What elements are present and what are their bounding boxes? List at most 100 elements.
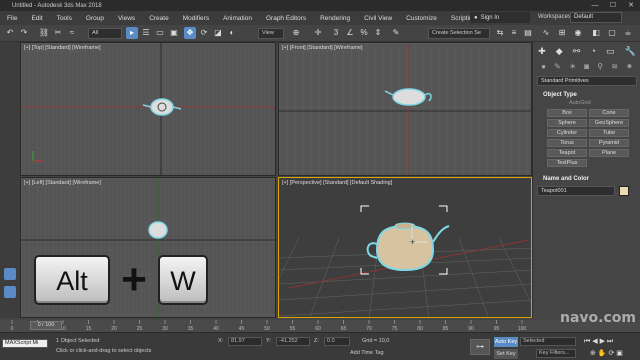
create-tab-icon[interactable]: ✚ — [538, 46, 546, 60]
textplus-button[interactable]: TextPlus — [547, 159, 587, 167]
unlink-icon[interactable]: ✂ — [52, 27, 64, 39]
layout-thumbnail-icon[interactable] — [4, 286, 16, 298]
primitive-category-select[interactable]: Standard Primitives — [537, 76, 637, 86]
menu-rendering[interactable]: Rendering — [313, 15, 357, 22]
mirror-icon[interactable]: ⇆ — [494, 27, 506, 39]
lights-icon[interactable]: ☀ — [569, 62, 576, 74]
undo-icon[interactable]: ↶ — [4, 27, 16, 39]
y-coordinate-field[interactable]: -41.252 — [276, 337, 310, 346]
pyramid-button[interactable]: Pyramid — [589, 139, 629, 147]
pivot-center-icon[interactable]: ⊕ — [290, 27, 302, 39]
schematic-view-icon[interactable]: ⊞ — [556, 27, 568, 39]
key-mode-select[interactable]: Selected — [520, 337, 576, 346]
cylinder-button[interactable]: Cylinder — [547, 129, 587, 137]
bind-space-warp-icon[interactable]: ≈ — [66, 27, 78, 39]
select-and-scale-icon[interactable]: ◪ — [212, 27, 224, 39]
manipulate-icon[interactable]: ✛ — [312, 27, 324, 39]
selection-filter-select[interactable]: All — [88, 28, 122, 39]
angle-snap-icon[interactable]: ∠ — [344, 27, 356, 39]
helpers-icon[interactable]: ⚲ — [597, 62, 603, 74]
link-icon[interactable]: ⛓ — [38, 27, 50, 39]
viewport-label-left[interactable]: [+] [Left] [Standard] [Wireframe] — [24, 180, 101, 186]
set-key-button[interactable]: Set Key — [494, 349, 518, 359]
percent-snap-icon[interactable]: % — [358, 27, 370, 39]
cone-button[interactable]: Cone — [589, 109, 629, 117]
viewport-front[interactable]: [+] [Front] [Standard] [Wireframe] — [278, 42, 532, 176]
window-crossing-icon[interactable]: ▣ — [168, 27, 180, 39]
maxscript-listener[interactable]: MAXScript Mi — [2, 339, 48, 348]
viewport-top[interactable]: [+] [Top] [Standard] [Wireframe] — [20, 42, 276, 176]
menu-create[interactable]: Create — [142, 15, 176, 22]
viewport-perspective[interactable]: [+] [Perspective] [Standard] [Default Sh… — [278, 177, 532, 318]
minimize-button[interactable]: — — [586, 0, 604, 11]
box-button[interactable]: Box — [547, 109, 587, 117]
hierarchy-tab-icon[interactable]: ⚯ — [573, 46, 581, 60]
tube-button[interactable]: Tube — [589, 129, 629, 137]
named-selection-sets-select[interactable]: Create Selection Se — [428, 28, 490, 39]
motion-tab-icon[interactable]: ◔ — [590, 46, 595, 60]
systems-icon[interactable]: ✷ — [626, 62, 633, 74]
teapot-perspective-shaded[interactable] — [366, 222, 450, 272]
select-and-rotate-icon[interactable]: ⟳ — [198, 27, 210, 39]
x-coordinate-field[interactable]: 81.97 — [228, 337, 262, 346]
time-slider[interactable]: 0 / 100 — [30, 321, 62, 330]
rectangular-selection-icon[interactable]: ▭ — [154, 27, 166, 39]
object-color-swatch[interactable] — [619, 186, 629, 196]
select-and-place-icon[interactable]: ◐ — [226, 27, 238, 39]
object-name-field[interactable]: Teapot001 — [537, 186, 615, 196]
viewport-label-front[interactable]: [+] [Front] [Standard] [Wireframe] — [282, 45, 363, 51]
modify-tab-icon[interactable]: ◆ — [556, 46, 563, 60]
space-warps-icon[interactable]: ≋ — [611, 62, 618, 74]
edit-named-selection-icon[interactable]: ✎ — [390, 27, 402, 39]
torus-button[interactable]: Torus — [547, 139, 587, 147]
menu-edit[interactable]: Edit — [24, 15, 49, 22]
sign-in-button[interactable]: ● Sign In — [470, 12, 530, 23]
menu-tools[interactable]: Tools — [50, 15, 79, 22]
z-coordinate-field[interactable]: 0.0 — [324, 337, 350, 346]
autogrid-checkbox[interactable]: AutoGrid — [569, 100, 591, 106]
menu-civil-view[interactable]: Civil View — [357, 15, 399, 22]
workspace-select[interactable]: Default — [570, 12, 622, 23]
menu-views[interactable]: Views — [111, 15, 142, 22]
geosphere-button[interactable]: GeoSphere — [589, 119, 629, 127]
material-editor-icon[interactable]: ◉ — [572, 27, 584, 39]
layer-explorer-icon[interactable]: ▤ — [522, 27, 534, 39]
rendered-frame-window-icon[interactable]: ▢ — [606, 27, 618, 39]
viewport-label-top[interactable]: [+] [Top] [Standard] [Wireframe] — [24, 45, 101, 51]
render-production-icon[interactable]: ☕ — [622, 27, 634, 39]
render-setup-icon[interactable]: ◧ — [590, 27, 602, 39]
shapes-icon[interactable]: ✎ — [554, 62, 561, 74]
select-and-move-icon[interactable]: ✥ — [184, 27, 196, 39]
track-bar[interactable]: 0510152025303540455055606570758085909510… — [0, 320, 640, 332]
menu-animation[interactable]: Animation — [216, 15, 259, 22]
utilities-tab-icon[interactable]: 🔧 — [625, 46, 636, 60]
object-type-rollout[interactable]: Object Type — [537, 90, 637, 100]
viewport-layout-icon[interactable] — [4, 268, 16, 280]
teapot-left-wireframe[interactable] — [148, 221, 168, 239]
cameras-icon[interactable]: ◙ — [584, 62, 589, 74]
align-icon[interactable]: ≡ — [508, 27, 520, 39]
set-key-icon[interactable]: ⊶ — [470, 339, 490, 355]
playback-controls-icon[interactable]: ⏮ ◀ ▶ ⏭ — [584, 337, 613, 346]
name-and-color-rollout[interactable]: Name and Color — [537, 174, 637, 184]
display-tab-icon[interactable]: ▭ — [606, 46, 615, 60]
sphere-button[interactable]: Sphere — [547, 119, 587, 127]
geometry-icon[interactable]: ● — [541, 62, 546, 74]
select-object-icon[interactable]: ▸ — [126, 27, 138, 39]
redo-icon[interactable]: ↷ — [18, 27, 30, 39]
viewport-label-perspective[interactable]: [+] [Perspective] [Standard] [Default Sh… — [282, 180, 392, 186]
snaps-toggle-icon[interactable]: 3 — [330, 27, 342, 39]
maximize-button[interactable]: ☐ — [604, 0, 622, 11]
reference-coordinate-select[interactable]: View — [258, 28, 284, 39]
key-filters-button[interactable]: Key Filters... — [536, 349, 576, 358]
menu-group[interactable]: Group — [79, 15, 111, 22]
close-button[interactable]: ✕ — [622, 0, 640, 11]
menu-file[interactable]: File — [0, 15, 24, 22]
teapot-button[interactable]: Teapot — [547, 149, 587, 157]
add-time-tag[interactable]: Add Time Tag — [350, 349, 384, 358]
spinner-snap-icon[interactable]: ⇕ — [372, 27, 384, 39]
menu-customize[interactable]: Customize — [399, 15, 444, 22]
select-by-name-icon[interactable]: ☰ — [140, 27, 152, 39]
menu-modifiers[interactable]: Modifiers — [176, 15, 216, 22]
navigation-controls-icon[interactable]: ⊕ ✋ ⟳ ▣ — [590, 349, 623, 357]
